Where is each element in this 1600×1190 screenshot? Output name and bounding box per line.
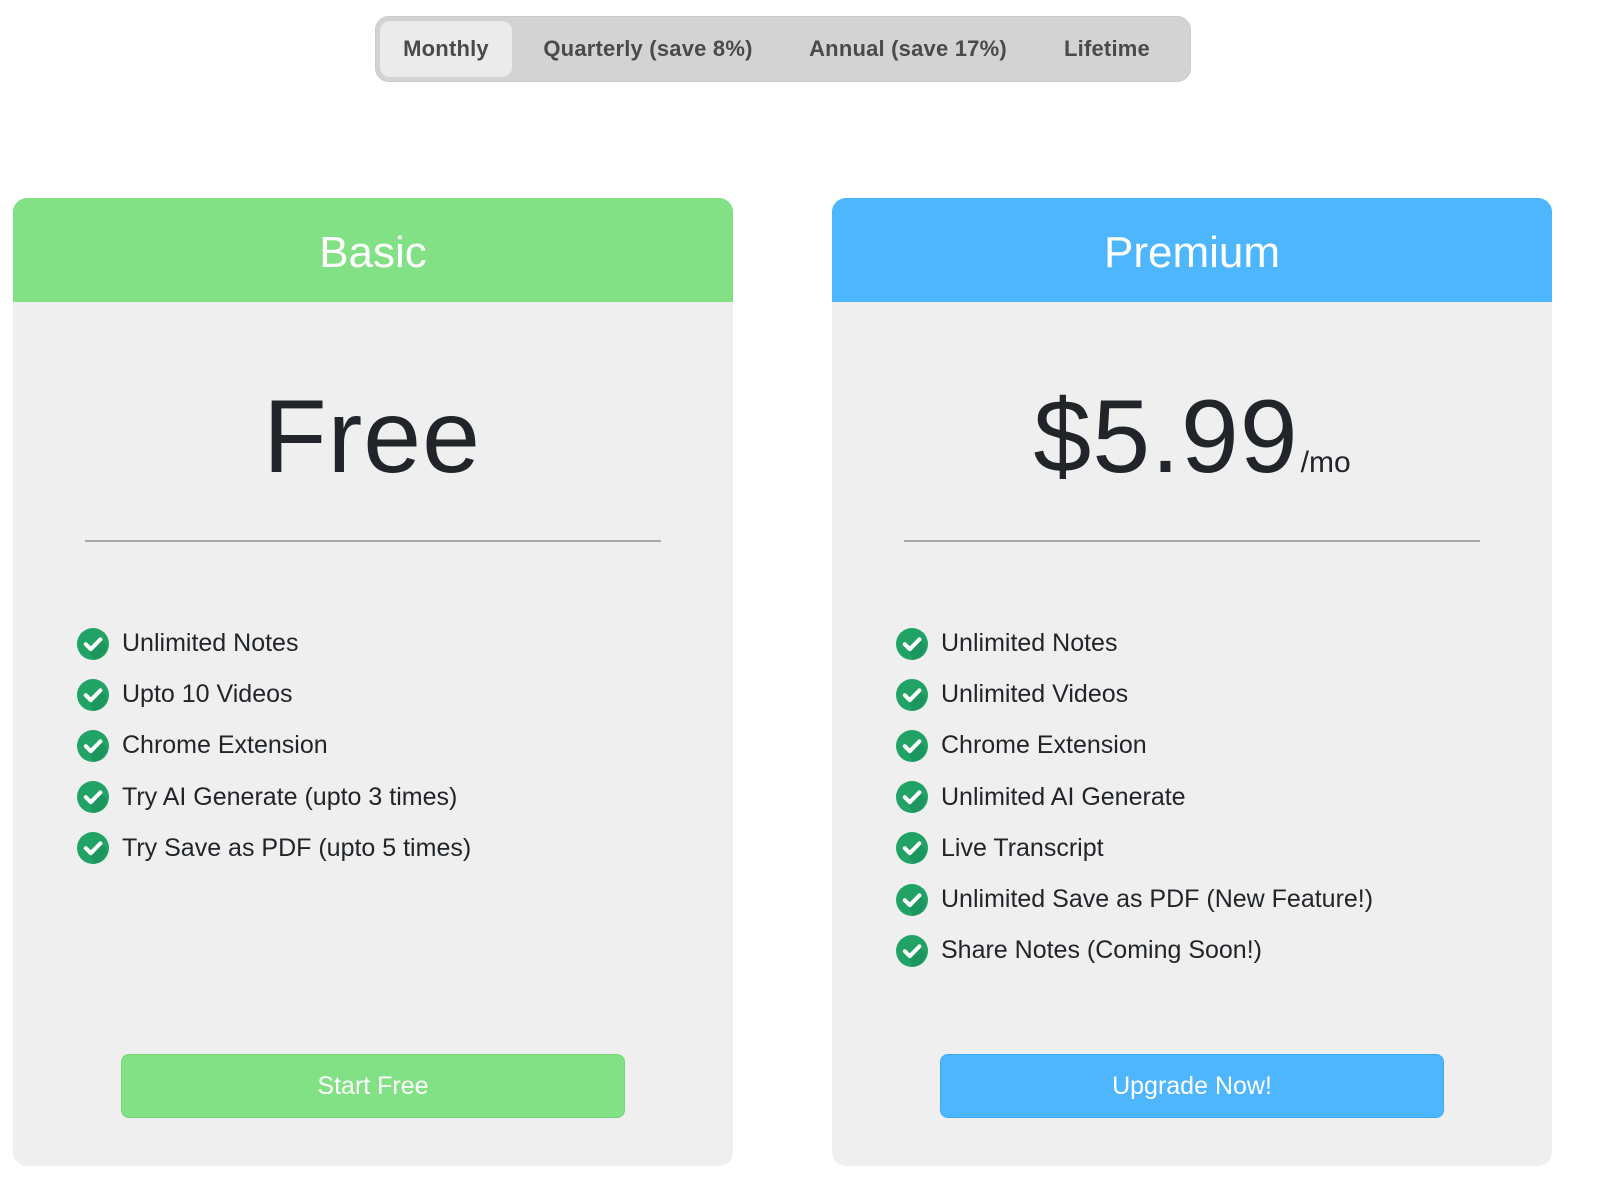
divider <box>85 540 661 542</box>
check-circle-icon <box>896 832 928 865</box>
check-circle-icon <box>896 781 928 814</box>
start-free-button[interactable]: Start Free <box>121 1054 625 1118</box>
check-circle-icon <box>77 729 109 762</box>
feature-item: Chrome Extension <box>896 720 1373 771</box>
check-circle-icon <box>77 627 109 660</box>
feature-item: Upto 10 Videos <box>77 669 471 720</box>
feature-item: Try AI Generate (upto 3 times) <box>77 772 471 823</box>
feature-text: Unlimited Notes <box>941 629 1118 658</box>
feature-item: Unlimited Notes <box>77 618 471 669</box>
feature-list: Unlimited Notes Unlimited Videos Chrome … <box>896 618 1373 976</box>
check-circle-icon <box>77 678 109 711</box>
plan-card-basic: Basic Free Unlimited Notes Upto 10 Video… <box>13 198 733 1166</box>
feature-item: Unlimited Videos <box>896 669 1373 720</box>
feature-item: Unlimited Notes <box>896 618 1373 669</box>
plan-title: Premium <box>832 198 1552 302</box>
check-circle-icon <box>896 883 928 916</box>
feature-text: Chrome Extension <box>122 731 328 760</box>
toggle-lifetime[interactable]: Lifetime <box>1032 21 1182 77</box>
feature-text: Upto 10 Videos <box>122 680 293 709</box>
price-row: $5.99 /mo <box>832 378 1552 497</box>
price-period: /mo <box>1300 446 1351 479</box>
check-circle-icon <box>77 832 109 865</box>
feature-item: Chrome Extension <box>77 720 471 771</box>
feature-text: Unlimited Videos <box>941 680 1129 709</box>
plan-title: Basic <box>13 198 733 302</box>
check-circle-icon <box>77 781 109 814</box>
check-circle-icon <box>896 678 928 711</box>
feature-text: Share Notes (Coming Soon!) <box>941 936 1262 965</box>
feature-item: Live Transcript <box>896 823 1373 874</box>
feature-item: Share Notes (Coming Soon!) <box>896 925 1373 976</box>
feature-text: Live Transcript <box>941 833 1104 862</box>
check-circle-icon <box>896 729 928 762</box>
price-row: Free <box>13 378 733 497</box>
plan-price: Free <box>263 379 481 495</box>
feature-item: Try Save as PDF (upto 5 times) <box>77 823 471 874</box>
billing-period-toggle: Monthly Quarterly (save 8%) Annual (save… <box>375 16 1191 82</box>
toggle-quarterly[interactable]: Quarterly (save 8%) <box>512 21 784 77</box>
check-circle-icon <box>896 627 928 660</box>
feature-text: Unlimited Notes <box>122 629 299 658</box>
feature-item: Unlimited AI Generate <box>896 772 1373 823</box>
upgrade-now-button[interactable]: Upgrade Now! <box>940 1054 1444 1118</box>
plan-card-premium: Premium $5.99 /mo Unlimited Notes Unlimi… <box>832 198 1552 1166</box>
feature-text: Unlimited Save as PDF (New Feature!) <box>941 885 1374 914</box>
toggle-annual[interactable]: Annual (save 17%) <box>784 21 1032 77</box>
feature-text: Try AI Generate (upto 3 times) <box>122 782 458 811</box>
plan-price: $5.99 <box>1033 379 1299 495</box>
check-circle-icon <box>896 934 928 967</box>
divider <box>904 540 1480 542</box>
feature-text: Unlimited AI Generate <box>941 782 1186 811</box>
toggle-monthly[interactable]: Monthly <box>380 21 512 77</box>
feature-text: Chrome Extension <box>941 731 1147 760</box>
feature-list: Unlimited Notes Upto 10 Videos Chrome Ex… <box>77 618 471 874</box>
feature-text: Try Save as PDF (upto 5 times) <box>122 833 472 862</box>
feature-item: Unlimited Save as PDF (New Feature!) <box>896 874 1373 925</box>
